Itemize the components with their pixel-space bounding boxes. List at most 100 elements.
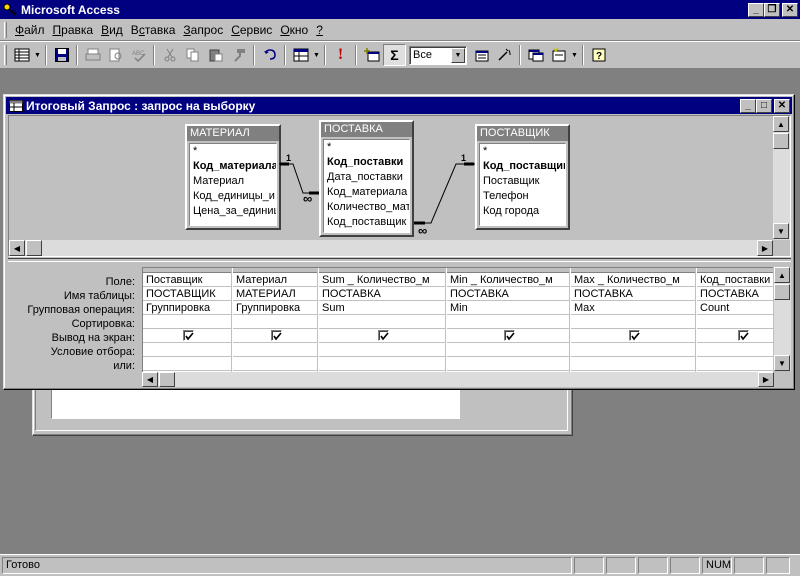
grid-cell-criteria[interactable] [447,343,569,357]
scroll-left-icon[interactable]: ◀ [9,240,25,256]
grid-cell-criteria[interactable] [571,343,695,357]
view-icon[interactable] [10,44,33,66]
grid-cell-sort[interactable] [447,315,569,329]
query-minimize-button[interactable]: _ [740,98,756,113]
copy-icon[interactable] [181,44,204,66]
show-checkbox[interactable] [629,330,640,341]
restore-button[interactable]: ❐ [764,2,780,17]
scroll-right-icon[interactable]: ▶ [757,240,773,256]
help-icon[interactable]: ? [587,44,610,66]
grid-cell-total[interactable]: Sum [319,301,445,315]
grid-cell-table[interactable]: МАТЕРИАЛ [233,287,317,301]
scroll-thumb[interactable] [26,240,42,256]
scroll-thumb[interactable] [159,372,175,387]
totals-icon[interactable]: Σ [383,44,406,66]
menu-edit[interactable]: Правка [49,23,98,37]
grid-cell-sort[interactable] [571,315,695,329]
grid-cell-or[interactable] [143,357,231,371]
query-close-button[interactable]: ✕ [774,98,790,113]
print-preview-icon[interactable] [104,44,127,66]
query-type-icon[interactable] [289,44,312,66]
database-window-icon[interactable] [524,44,547,66]
format-painter-icon[interactable] [227,44,250,66]
query-window-title-bar[interactable]: Итоговый Запрос : запрос на выборку _ □ … [6,97,792,114]
grid-cell-field[interactable]: Код_поставки [697,273,773,287]
pane-splitter[interactable] [8,258,791,262]
menu-view[interactable]: Вид [97,23,127,37]
grid-cell-show[interactable] [447,329,569,343]
grid-cell-field[interactable]: Поставщик [143,273,231,287]
grid-cell-total[interactable]: Группировка [143,301,231,315]
grid-cell-sort[interactable] [319,315,445,329]
design-grid[interactable]: Поставщик ПОСТАВЩИК Группировка Материал… [142,267,773,372]
minimize-button[interactable]: _ [748,2,764,17]
grid-cell-show[interactable] [697,329,773,343]
grid-cell-sort[interactable] [233,315,317,329]
grid-cell-table[interactable]: ПОСТАВКА [697,287,773,301]
new-object-dropdown-icon[interactable]: ▼ [570,44,579,66]
grid-horizontal-scrollbar[interactable]: ◀ ▶ [142,372,774,387]
cut-icon[interactable] [158,44,181,66]
grid-cell-field[interactable]: Sum _ Количество_м [319,273,445,287]
toolbar-grip[interactable] [4,45,7,65]
grid-cell-or[interactable] [447,357,569,371]
grid-cell-or[interactable] [319,357,445,371]
menu-query[interactable]: Запрос [179,23,227,37]
show-checkbox[interactable] [183,330,194,341]
scroll-thumb[interactable] [774,284,790,300]
grid-cell-criteria[interactable] [143,343,231,357]
table-pane[interactable]: МАТЕРИАЛ * Код_материала Материал Код_ед… [8,115,791,257]
grid-cell-field[interactable]: Max _ Количество_м [571,273,695,287]
combo-arrow-icon[interactable]: ▼ [451,47,465,63]
close-button[interactable]: ✕ [782,2,798,17]
grid-cell-total[interactable]: Max [571,301,695,315]
save-icon[interactable] [50,44,73,66]
build-icon[interactable] [493,44,516,66]
show-checkbox[interactable] [271,330,282,341]
show-checkbox[interactable] [378,330,389,341]
grid-column[interactable]: Sum _ Количество_м ПОСТАВКА Sum [319,268,446,372]
grid-column[interactable]: Min _ Количество_м ПОСТАВКА Min [447,268,570,372]
table-pane-vertical-scrollbar[interactable]: ▲ ▼ [773,116,790,240]
top-values-combo[interactable]: Все ▼ [409,45,467,65]
grid-cell-criteria[interactable] [233,343,317,357]
menubar-grip[interactable] [4,21,7,38]
app-title-bar[interactable]: Microsoft Access _ ❐ ✕ [0,0,800,19]
scroll-right-icon[interactable]: ▶ [758,372,774,387]
grid-cell-total[interactable]: Группировка [233,301,317,315]
grid-cell-show[interactable] [319,329,445,343]
undo-icon[interactable] [258,44,281,66]
grid-cell-show[interactable] [571,329,695,343]
paste-icon[interactable] [204,44,227,66]
grid-cell-sort[interactable] [697,315,773,329]
show-checkbox[interactable] [504,330,515,341]
scroll-up-icon[interactable]: ▲ [774,267,790,283]
grid-column[interactable]: Поставщик ПОСТАВЩИК Группировка [143,268,232,372]
grid-cell-criteria[interactable] [697,343,773,357]
scroll-down-icon[interactable]: ▼ [773,223,789,239]
grid-cell-or[interactable] [571,357,695,371]
properties-icon[interactable] [470,44,493,66]
grid-cell-table[interactable]: ПОСТАВКА [571,287,695,301]
grid-cell-show[interactable] [143,329,231,343]
grid-vertical-scrollbar[interactable]: ▲ ▼ [774,267,791,371]
menu-tools[interactable]: Сервис [227,23,276,37]
view-dropdown-icon[interactable]: ▼ [33,44,42,66]
grid-column[interactable]: Код_поставки ПОСТАВКА Count [697,268,773,372]
access-key-icon[interactable] [2,2,18,18]
menu-help[interactable]: ? [312,23,327,37]
menu-insert[interactable]: Вставка [127,23,180,37]
show-table-icon[interactable] [360,44,383,66]
grid-cell-total[interactable]: Count [697,301,773,315]
grid-column[interactable]: Max _ Количество_м ПОСТАВКА Max [571,268,696,372]
grid-cell-table[interactable]: ПОСТАВКА [319,287,445,301]
grid-cell-criteria[interactable] [319,343,445,357]
print-icon[interactable] [81,44,104,66]
grid-cell-field[interactable]: Материал [233,273,317,287]
grid-cell-sort[interactable] [143,315,231,329]
table-pane-horizontal-scrollbar[interactable]: ◀ ▶ [9,240,773,256]
scroll-down-icon[interactable]: ▼ [774,355,790,371]
scroll-thumb[interactable] [773,133,789,149]
scroll-left-icon[interactable]: ◀ [142,372,158,387]
grid-cell-show[interactable] [233,329,317,343]
